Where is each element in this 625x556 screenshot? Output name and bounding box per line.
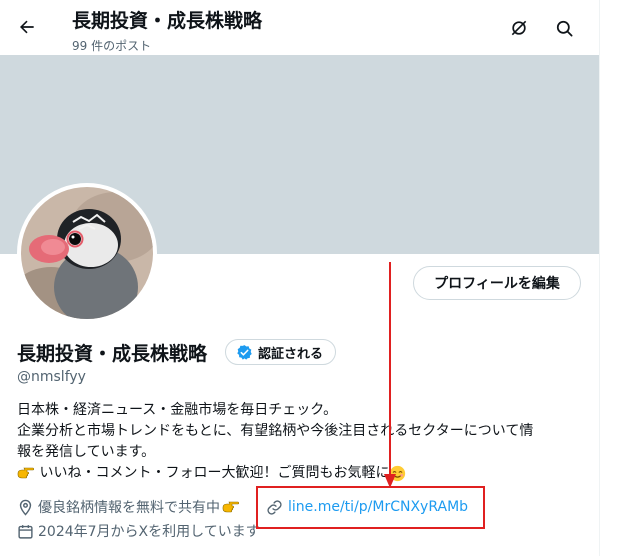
bio-line-4: いいね・コメント・フォロー大歓迎！ご質問もお気軽に [39, 465, 390, 481]
annotation-arrow [384, 262, 396, 488]
joined-text: 2024年7月からXを利用しています [38, 524, 260, 540]
bio-line-4-row: いいね・コメント・フォロー大歓迎！ご質問もお気軽に [17, 463, 587, 484]
profile-bio: 日本株・経済ニュース・金融市場を毎日チェック。 企業分析と市場トレンドをもとに、… [17, 400, 587, 484]
verified-badge-icon [237, 344, 252, 360]
right-gutter [600, 0, 625, 556]
search-icon [556, 20, 572, 36]
get-verified-button[interactable]: 認証される [225, 339, 337, 365]
profile-name: 長期投資・成長株戦略 [17, 343, 208, 365]
location-icon [19, 499, 32, 516]
location-text: 優良銘柄情報を無料で共有中 [38, 500, 220, 516]
grok-button[interactable] [503, 12, 535, 44]
pointing-hand-icon [222, 501, 240, 513]
bio-line-3: 報を発信しています。 [17, 444, 156, 460]
post-count: 99 件のポスト [72, 39, 152, 53]
top-header: 長期投資・成長株戦略 99 件のポスト [0, 0, 599, 55]
edit-profile-button[interactable]: プロフィールを編集 [413, 266, 581, 300]
calendar-icon [18, 524, 33, 539]
back-arrow-icon [20, 20, 34, 34]
search-button[interactable] [548, 12, 580, 44]
joined-row: 2024年7月からXを利用しています [17, 521, 260, 541]
header-title: 長期投資・成長株戦略 [72, 10, 263, 32]
bio-line-2: 企業分析と市場トレンドをもとに、有望銘柄や今後注目されるセクターについて情 [17, 423, 534, 439]
verified-label: 認証される [258, 346, 324, 362]
profile-handle: @nmslfyy [17, 369, 86, 385]
grok-icon [511, 20, 527, 36]
avatar[interactable] [17, 183, 157, 323]
pointing-hand-icon [17, 467, 35, 479]
location-row: 優良銘柄情報を無料で共有中 [17, 497, 240, 517]
bio-line-1: 日本株・経済ニュース・金融市場を毎日チェック。 [17, 402, 338, 418]
annotation-highlight-box [256, 486, 485, 529]
back-button[interactable] [10, 10, 44, 44]
